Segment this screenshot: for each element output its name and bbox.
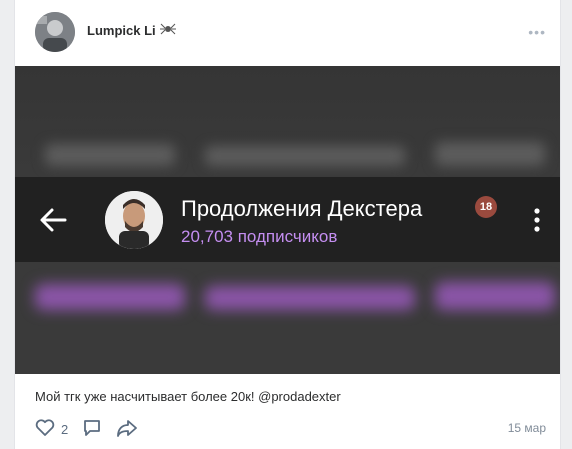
author-avatar[interactable] [35,12,75,52]
post-text: Мой тгк уже насчитывает более 20к! @prod… [35,389,341,404]
back-arrow-icon [39,207,67,233]
blurred-area-bottom [15,262,560,374]
post-header: Lumpick Li ••• [15,0,560,66]
subscriber-count: 20,703 подписчиков [181,227,338,246]
heart-icon [35,419,55,440]
kebab-menu-icon [534,207,540,233]
post-date[interactable]: 15 мар [508,421,546,435]
like-count: 2 [61,422,69,437]
channel-avatar [105,191,163,249]
telegram-channel-header: Продолжения Декстера 18 20,703 подписчик… [15,177,560,262]
like-button[interactable]: 2 [35,419,68,440]
comment-button[interactable] [82,418,102,441]
share-icon [116,418,138,441]
author-name[interactable]: Lumpick Li [87,22,176,39]
more-options-icon[interactable]: ••• [528,24,546,40]
author-name-label: Lumpick Li [87,23,156,38]
channel-title: Продолжения Декстера [181,196,423,221]
age-rating-badge: 18 [475,196,497,218]
post-image[interactable]: Продолжения Декстера 18 20,703 подписчик… [15,66,560,374]
blurred-area-top [15,66,560,177]
spider-icon [159,22,176,39]
comment-icon [82,418,102,441]
post-actions: 2 [35,418,138,441]
post-card: Lumpick Li ••• Продолжения Декстера 18 2… [14,0,561,449]
share-button[interactable] [116,418,138,441]
